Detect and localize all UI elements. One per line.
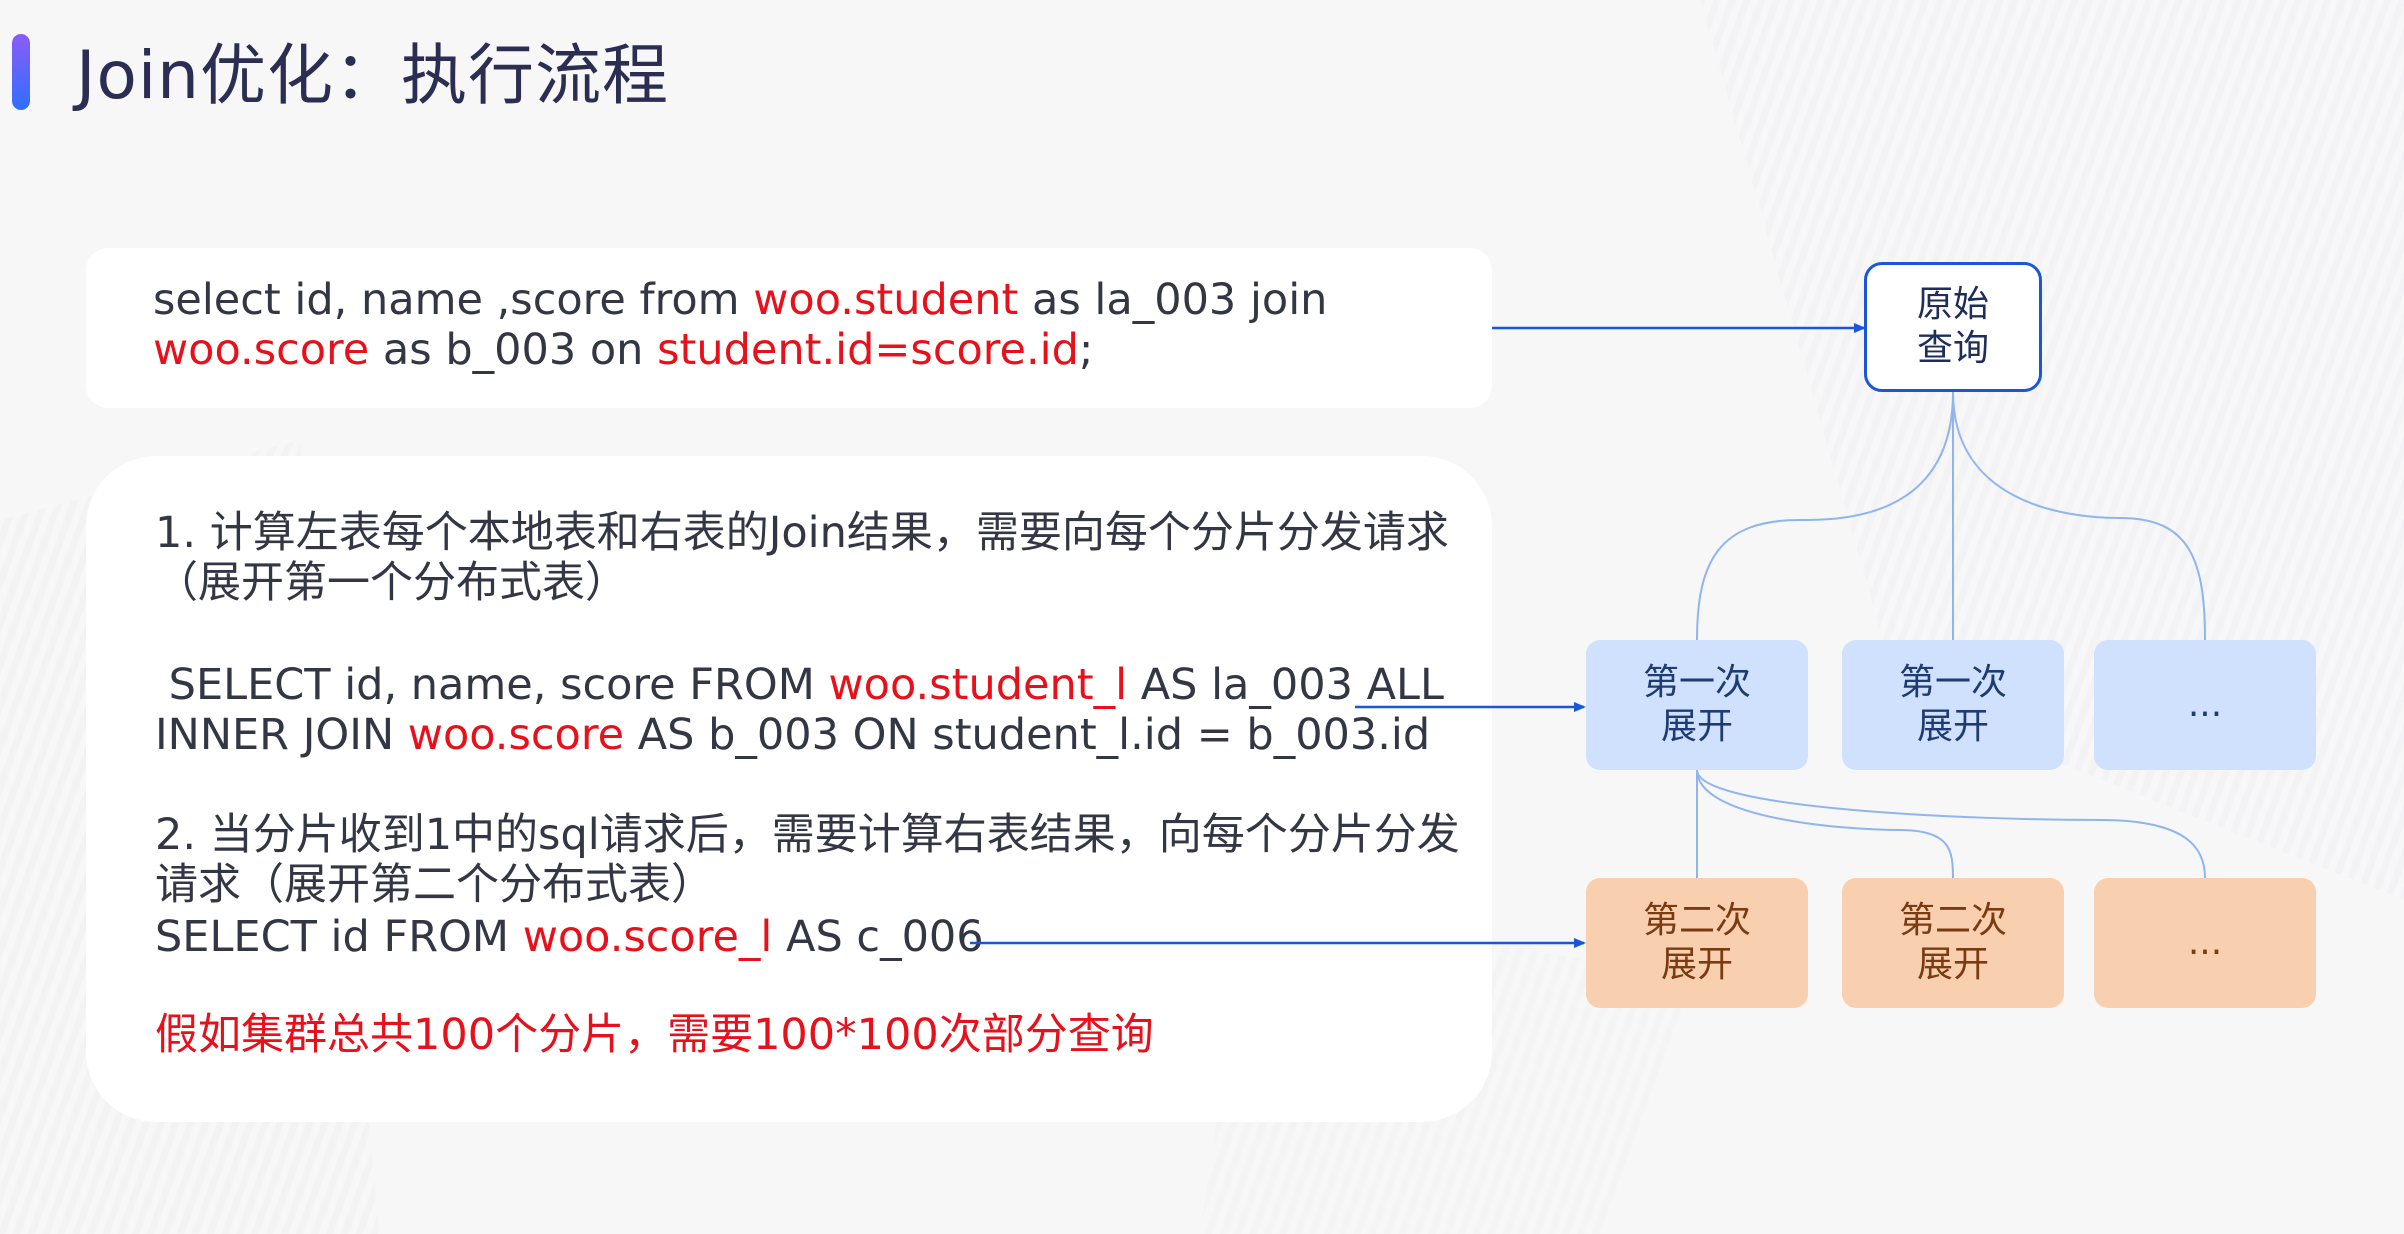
step1-sql-line-1: SELECT id, name, score FROM woo.student_… (155, 660, 1444, 710)
highlighted-table-name: woo.score_l (522, 912, 773, 962)
first-expansion-node-1: 第一次 展开 (1586, 640, 1808, 770)
original-query-node: 原始 查询 (1864, 262, 2042, 392)
step1-description: 1. 计算左表每个本地表和右表的Join结果，需要向每个分片分发请求 (155, 508, 1449, 558)
second-expansion-node-2: 第二次 展开 (1842, 878, 2064, 1008)
highlighted-table-name: woo.score (407, 710, 625, 760)
step2-description: 2. 当分片收到1中的sql请求后，需要计算右表结果，向每个分片分发 (155, 810, 1460, 860)
step2-sql: SELECT id FROM woo.score_l AS c_006 (155, 912, 984, 962)
sql-text-segment: SELECT id FROM (155, 912, 523, 962)
page-title: Join优化：执行流程 (76, 37, 670, 114)
sql-text-segment: AS c_006 (772, 912, 984, 962)
title-accent-bar (12, 34, 30, 110)
original-sql-line-2: woo.score as b_003 on student.id=score.i… (153, 325, 1093, 375)
sql-text-segment: select id, name ,score from (153, 275, 754, 325)
sql-text-segment: as b_003 on (369, 325, 658, 375)
first-expansion-node-more: ... (2094, 640, 2316, 770)
step1-sql-line-2: INNER JOIN woo.score AS b_003 ON student… (155, 710, 1430, 760)
sql-text-segment: INNER JOIN (155, 710, 408, 760)
highlighted-table-name: woo.student_l (828, 660, 1128, 710)
second-expansion-node-1: 第二次 展开 (1586, 878, 1808, 1008)
highlighted-table-name: woo.student (753, 275, 1019, 325)
sql-text-segment: AS b_003 ON student_l.id = b_003.id (624, 710, 1431, 760)
first-expansion-node-2: 第一次 展开 (1842, 640, 2064, 770)
sql-text-segment: SELECT id, name, score FROM (155, 660, 829, 710)
shard-count-note: 假如集群总共100个分片，需要100*100次部分查询 (155, 1010, 1154, 1060)
sql-text-segment: as la_003 join (1018, 275, 1328, 325)
original-sql-line-1: select id, name ,score from woo.student … (153, 275, 1327, 325)
step2-description-cont: 请求（展开第二个分布式表） (155, 860, 714, 910)
second-expansion-node-more: ... (2094, 878, 2316, 1008)
sql-text-segment: AS la_003 ALL (1127, 660, 1444, 710)
highlighted-table-name: student.id=score.id (657, 325, 1079, 375)
sql-text-segment: ; (1078, 325, 1094, 375)
step1-description-cont: （展开第一个分布式表） (155, 558, 628, 608)
highlighted-table-name: woo.score (153, 325, 370, 375)
